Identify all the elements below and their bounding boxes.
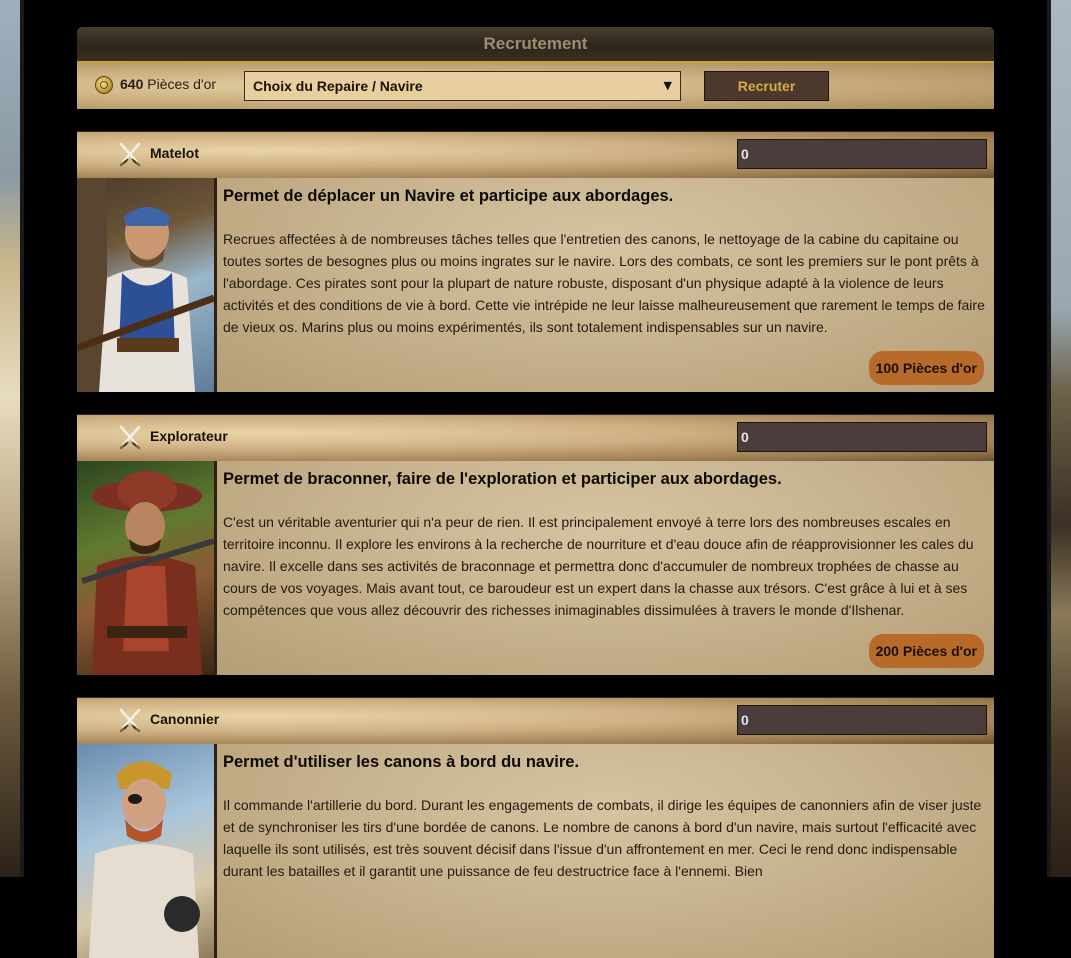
unit-description-text: C'est un véritable aventurier qui n'a pe… bbox=[223, 514, 974, 618]
recruit-button-label: Recruter bbox=[737, 78, 796, 94]
matelot-portrait bbox=[77, 178, 214, 392]
crossed-swords-icon bbox=[119, 708, 141, 733]
repaire-navire-select[interactable]: Choix du Repaire / Navire ▼ bbox=[244, 71, 681, 101]
unit-name: Matelot bbox=[150, 145, 199, 161]
unit-description: Permet d'utiliser les canons à bord du n… bbox=[217, 744, 994, 958]
unit-headline: Permet de déplacer un Navire et particip… bbox=[223, 187, 674, 205]
unit-name: Canonnier bbox=[150, 711, 220, 727]
crossed-swords-icon bbox=[119, 425, 141, 450]
explorateur-portrait bbox=[77, 461, 214, 675]
unit-card-canonnier: Canonnier 0 Permet d'utiliser les canons… bbox=[77, 697, 994, 958]
panel-header: Recrutement bbox=[77, 27, 994, 63]
background-scene-left bbox=[0, 0, 24, 877]
unit-description-text: Il commande l'artillerie du bord. Durant… bbox=[223, 797, 982, 879]
price-badge: 100 Pièces d'or bbox=[868, 351, 984, 385]
recruit-button[interactable]: Recruter bbox=[704, 71, 829, 101]
gold-coin-icon bbox=[95, 76, 113, 94]
quantity-input[interactable]: 0 bbox=[737, 705, 987, 735]
gold-amount: 640 bbox=[120, 76, 144, 92]
background-scene-right bbox=[1047, 0, 1071, 877]
unit-body: Permet d'utiliser les canons à bord du n… bbox=[77, 744, 994, 958]
quantity-input[interactable]: 0 bbox=[737, 422, 987, 452]
recruitment-panel: Recrutement 640 Pièces d'or Choix du Rep… bbox=[77, 27, 994, 958]
gold-label: Pièces d'or bbox=[147, 76, 217, 92]
unit-body: Permet de déplacer un Navire et particip… bbox=[77, 178, 994, 392]
unit-name: Explorateur bbox=[150, 428, 228, 444]
chevron-down-icon: ▼ bbox=[663, 79, 672, 92]
unit-headline: Permet d'utiliser les canons à bord du n… bbox=[223, 753, 580, 771]
select-value: Choix du Repaire / Navire bbox=[253, 78, 423, 94]
gold-balance: 640 Pièces d'or bbox=[120, 76, 216, 92]
quantity-input[interactable]: 0 bbox=[737, 139, 987, 169]
crossed-swords-icon bbox=[119, 142, 141, 167]
recruit-toolbar: 640 Pièces d'or Choix du Repaire / Navir… bbox=[77, 63, 994, 109]
unit-header: Explorateur 0 bbox=[77, 414, 994, 461]
price-label: 100 Pièces d'or bbox=[875, 360, 977, 376]
unit-header: Canonnier 0 bbox=[77, 697, 994, 744]
unit-card-matelot: Matelot 0 Permet de déplacer un Navire e… bbox=[77, 131, 994, 392]
unit-description: Permet de braconner, faire de l'explorat… bbox=[217, 461, 994, 675]
canonnier-portrait bbox=[77, 744, 214, 958]
price-label: 200 Pièces d'or bbox=[875, 643, 977, 659]
unit-headline: Permet de braconner, faire de l'explorat… bbox=[223, 470, 782, 488]
unit-description-text: Recrues affectées à de nombreuses tâches… bbox=[223, 231, 985, 335]
price-badge: 200 Pièces d'or bbox=[868, 634, 984, 668]
panel-title: Recrutement bbox=[483, 34, 588, 53]
unit-description: Permet de déplacer un Navire et particip… bbox=[217, 178, 994, 392]
unit-header: Matelot 0 bbox=[77, 131, 994, 178]
unit-card-explorateur: Explorateur 0 Permet de braconner, faire… bbox=[77, 414, 994, 675]
unit-body: Permet de braconner, faire de l'explorat… bbox=[77, 461, 994, 675]
